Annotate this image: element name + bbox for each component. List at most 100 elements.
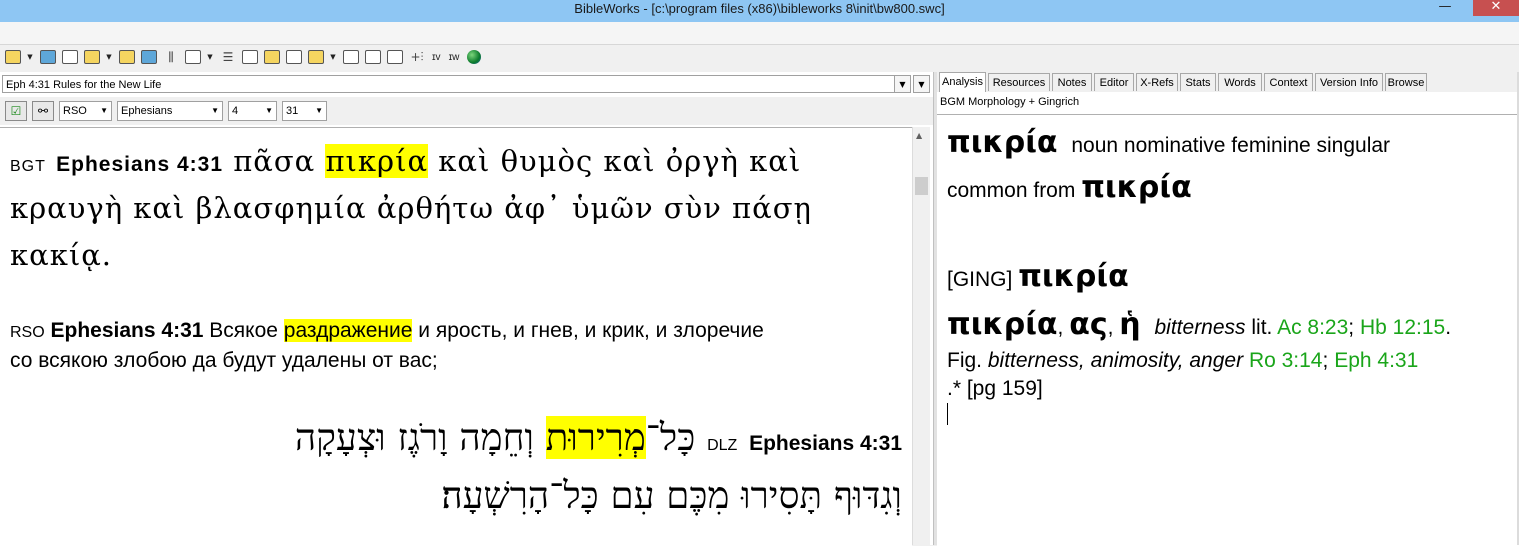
book-select[interactable]: Ephesians ▼ <box>117 101 223 121</box>
map-dropdown[interactable]: ▼ <box>329 48 337 66</box>
highlighted-word[interactable]: раздражение <box>283 319 413 342</box>
scroll-up-icon[interactable]: ▲ <box>916 131 922 140</box>
lexicon-entry-line1: πικρία, ας, ἡ bitterness lit. Ac 8:23; H… <box>947 307 1452 342</box>
hebrew-word[interactable]: כָּל־ <box>646 416 696 459</box>
parse-text: common from <box>947 179 1076 202</box>
tab-notes[interactable]: Notes <box>1052 73 1092 91</box>
printer-icon <box>286 50 302 64</box>
reference-history-arrow[interactable]: ▼ <box>913 75 930 93</box>
ref-link-ro[interactable]: Ro 3:14 <box>1249 349 1323 372</box>
verse-reference[interactable]: Ephesians 4:31 <box>51 319 204 342</box>
plus-button[interactable]: +⫶ <box>408 48 426 66</box>
page-reference: .* [pg 159] <box>947 377 1043 400</box>
parse-text: noun nominative feminine singular <box>1071 134 1391 157</box>
gloss: bitterness, animosity, anger <box>987 349 1244 372</box>
lexicon-button[interactable] <box>364 48 382 66</box>
toolbox-button[interactable] <box>39 48 57 66</box>
ref-link-hb[interactable]: Hb 12:15 <box>1360 316 1445 339</box>
map-button[interactable] <box>307 48 325 66</box>
list-icon: ☰ <box>222 50 234 64</box>
tools-button[interactable] <box>61 48 79 66</box>
analysis-source: BGM Morphology + Gingrich <box>937 92 1519 112</box>
iw-button[interactable]: ɪw <box>447 48 462 66</box>
columns-button[interactable]: ⫼ <box>162 48 180 66</box>
window-title: BibleWorks - [c:\program files (x86)\bib… <box>574 1 945 16</box>
gloss: bitterness <box>1154 316 1246 339</box>
wizard-dropdown[interactable]: ▼ <box>105 48 113 66</box>
print-button[interactable] <box>285 48 303 66</box>
wizard-icon <box>84 50 100 64</box>
highlighted-word[interactable]: πικρία <box>325 144 429 178</box>
greek-word[interactable]: πᾶσα <box>233 144 315 178</box>
verse-dlz: DLZ Ephesians 4:31 כָּל־מְרִירוּת וְחֵמָ… <box>22 413 902 521</box>
text-scrollbar[interactable]: ▲ <box>912 127 930 545</box>
analyzed-word: πικρία <box>947 125 1058 160</box>
tab-analysis[interactable]: Analysis <box>939 72 986 92</box>
ref-link-ac[interactable]: Ac 8:23 <box>1277 316 1348 339</box>
minimize-button[interactable]: — <box>1431 0 1459 16</box>
lexicon-tag: [GING] <box>947 268 1013 291</box>
lexeme-link[interactable]: πικρία <box>1081 170 1192 205</box>
light-button[interactable] <box>118 48 136 66</box>
diagram-button[interactable] <box>342 48 360 66</box>
ref-link-eph[interactable]: Eph 4:31 <box>1334 349 1418 372</box>
reference-combo-arrow[interactable]: ▼ <box>894 75 911 93</box>
lexicon-entry-line3: .* [pg 159] <box>947 377 1043 401</box>
hebrew-text-line2[interactable]: וְגִדּוּף תָּסִירוּ מִכֶּם עִם כָּל־הָרִ… <box>22 471 902 521</box>
tab-stats[interactable]: Stats <box>1180 73 1216 91</box>
close-button[interactable]: ✕ <box>1473 0 1519 16</box>
link-button[interactable]: ⚯ <box>32 101 54 121</box>
verse-reference[interactable]: Ephesians 4:31 <box>56 153 223 176</box>
map-icon <box>308 50 324 64</box>
analysis-pane[interactable]: πικρία noun nominative feminine singular… <box>937 114 1519 546</box>
open-button[interactable] <box>263 48 281 66</box>
selector-bar: ☑ ⚯ RSO ▼ Ephesians ▼ 4 ▼ 31 ▼ <box>0 97 933 125</box>
grid-button[interactable] <box>184 48 202 66</box>
chevron-down-icon: ▼ <box>265 106 273 115</box>
greek-text[interactable]: καὶ θυμὸς καὶ ὀργὴ καὶ <box>438 144 801 178</box>
russian-text-line2[interactable]: со всякою злобою да будут удалены от вас… <box>10 347 905 375</box>
russian-word[interactable]: Всякое <box>209 319 278 342</box>
tab-browse[interactable]: Browse <box>1385 73 1427 91</box>
person-button[interactable] <box>386 48 404 66</box>
russian-text[interactable]: и ярость, и гнев, и крик, и злоречие <box>418 319 764 342</box>
greek-text-line2[interactable]: κραυγὴ καὶ βλασφημία ἀρθήτω ἀφ᾽ ὑμῶν σὺν… <box>10 185 905 232</box>
tab-editor[interactable]: Editor <box>1094 73 1134 91</box>
verse-select[interactable]: 31 ▼ <box>282 101 327 121</box>
reference-combo[interactable]: Eph 4:31 Rules for the New Life <box>2 75 910 93</box>
grid-dropdown[interactable]: ▼ <box>206 48 214 66</box>
columns-icon: ⫼ <box>168 49 174 64</box>
scroll-thumb[interactable] <box>915 177 928 195</box>
tab-resources[interactable]: Resources <box>988 73 1050 91</box>
iv-button[interactable]: ɪv <box>430 48 443 66</box>
version-select[interactable]: RSO ▼ <box>59 101 112 121</box>
chapter-select[interactable]: 4 ▼ <box>228 101 277 121</box>
tools-icon <box>62 50 78 64</box>
verse-rso: RSO Ephesians 4:31 Всякое раздражение и … <box>10 317 905 375</box>
tab-context[interactable]: Context <box>1264 73 1313 91</box>
globe-button[interactable] <box>465 48 483 66</box>
tab-version-info[interactable]: Version Info <box>1315 73 1383 91</box>
tab-words[interactable]: Words <box>1218 73 1262 91</box>
entry-article: ἡ <box>1119 307 1141 342</box>
list-button[interactable]: ☰ <box>219 48 237 66</box>
tab-xrefs[interactable]: X-Refs <box>1136 73 1178 91</box>
verse-reference[interactable]: Ephesians 4:31 <box>749 432 902 455</box>
entry-headword: πικρία <box>947 307 1058 342</box>
morphology-line2: common from πικρία <box>947 170 1192 205</box>
copy-button[interactable] <box>241 48 259 66</box>
check-button[interactable]: ☑ <box>5 101 27 121</box>
checkbox-icon: ☑ <box>10 104 22 118</box>
version-label: BGT <box>10 158 46 175</box>
hebrew-text[interactable]: וְחֵמָה וָרֹגֶז וּצְעָקָה <box>295 416 534 459</box>
person-icon <box>387 50 403 64</box>
lexicon-icon <box>365 50 381 64</box>
window-button[interactable] <box>140 48 158 66</box>
highlighted-word[interactable]: מְרִירוּת <box>545 416 646 459</box>
search-setup-button[interactable] <box>4 48 22 66</box>
search-setup-dropdown[interactable]: ▼ <box>26 48 34 66</box>
bible-text-pane[interactable]: BGT Ephesians 4:31 πᾶσα πικρία καὶ θυμὸς… <box>0 127 912 546</box>
greek-text-line3[interactable]: κακίᾳ. <box>10 232 905 279</box>
wizard-button[interactable] <box>83 48 101 66</box>
grid-icon <box>185 50 201 64</box>
